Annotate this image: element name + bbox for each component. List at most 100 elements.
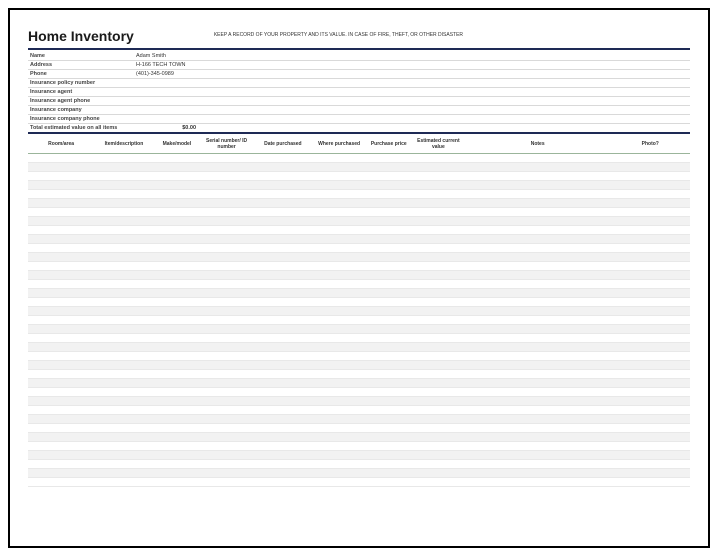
table-cell[interactable] — [154, 199, 200, 208]
table-cell[interactable] — [465, 199, 611, 208]
table-cell[interactable] — [154, 460, 200, 469]
table-cell[interactable] — [253, 307, 313, 316]
table-cell[interactable] — [611, 307, 691, 316]
table-cell[interactable] — [412, 442, 465, 451]
table-cell[interactable] — [611, 217, 691, 226]
table-cell[interactable] — [611, 460, 691, 469]
table-cell[interactable] — [28, 154, 94, 163]
table-cell[interactable] — [313, 199, 366, 208]
table-cell[interactable] — [611, 442, 691, 451]
table-cell[interactable] — [313, 253, 366, 262]
table-cell[interactable] — [611, 253, 691, 262]
table-cell[interactable] — [28, 334, 94, 343]
table-cell[interactable] — [154, 415, 200, 424]
table-cell[interactable] — [28, 361, 94, 370]
table-cell[interactable] — [366, 415, 412, 424]
table-cell[interactable] — [200, 217, 253, 226]
table-cell[interactable] — [94, 397, 154, 406]
table-cell[interactable] — [154, 397, 200, 406]
table-cell[interactable] — [366, 334, 412, 343]
table-cell[interactable] — [200, 172, 253, 181]
table-cell[interactable] — [28, 325, 94, 334]
table-cell[interactable] — [253, 163, 313, 172]
table-cell[interactable] — [366, 190, 412, 199]
table-cell[interactable] — [412, 370, 465, 379]
table-cell[interactable] — [611, 235, 691, 244]
table-cell[interactable] — [412, 289, 465, 298]
table-cell[interactable] — [154, 406, 200, 415]
table-cell[interactable] — [412, 379, 465, 388]
table-cell[interactable] — [412, 478, 465, 487]
table-cell[interactable] — [412, 199, 465, 208]
table-cell[interactable] — [366, 280, 412, 289]
table-cell[interactable] — [154, 235, 200, 244]
table-cell[interactable] — [154, 388, 200, 397]
table-cell[interactable] — [313, 388, 366, 397]
table-cell[interactable] — [28, 244, 94, 253]
table-cell[interactable] — [465, 154, 611, 163]
table-cell[interactable] — [465, 325, 611, 334]
table-cell[interactable] — [412, 208, 465, 217]
table-cell[interactable] — [313, 397, 366, 406]
table-cell[interactable] — [94, 469, 154, 478]
table-cell[interactable] — [465, 352, 611, 361]
table-cell[interactable] — [28, 217, 94, 226]
table-cell[interactable] — [28, 280, 94, 289]
table-cell[interactable] — [200, 334, 253, 343]
table-cell[interactable] — [611, 163, 691, 172]
table-cell[interactable] — [154, 334, 200, 343]
table-cell[interactable] — [94, 478, 154, 487]
table-cell[interactable] — [94, 352, 154, 361]
table-cell[interactable] — [465, 460, 611, 469]
table-cell[interactable] — [154, 190, 200, 199]
table-cell[interactable] — [412, 424, 465, 433]
table-cell[interactable] — [465, 271, 611, 280]
table-cell[interactable] — [412, 298, 465, 307]
table-cell[interactable] — [366, 271, 412, 280]
table-cell[interactable] — [28, 262, 94, 271]
table-cell[interactable] — [611, 208, 691, 217]
table-cell[interactable] — [611, 172, 691, 181]
table-cell[interactable] — [366, 226, 412, 235]
table-cell[interactable] — [611, 379, 691, 388]
table-cell[interactable] — [94, 406, 154, 415]
table-cell[interactable] — [313, 235, 366, 244]
table-cell[interactable] — [412, 325, 465, 334]
table-cell[interactable] — [366, 397, 412, 406]
table-cell[interactable] — [366, 163, 412, 172]
table-cell[interactable] — [28, 451, 94, 460]
table-cell[interactable] — [94, 370, 154, 379]
table-cell[interactable] — [313, 460, 366, 469]
table-cell[interactable] — [253, 343, 313, 352]
table-cell[interactable] — [366, 235, 412, 244]
table-cell[interactable] — [94, 289, 154, 298]
table-cell[interactable] — [366, 298, 412, 307]
table-cell[interactable] — [366, 289, 412, 298]
table-cell[interactable] — [313, 379, 366, 388]
table-cell[interactable] — [200, 442, 253, 451]
table-cell[interactable] — [253, 244, 313, 253]
table-cell[interactable] — [412, 271, 465, 280]
table-cell[interactable] — [28, 172, 94, 181]
table-cell[interactable] — [253, 271, 313, 280]
table-cell[interactable] — [154, 208, 200, 217]
table-cell[interactable] — [465, 262, 611, 271]
table-cell[interactable] — [94, 388, 154, 397]
table-cell[interactable] — [253, 298, 313, 307]
table-cell[interactable] — [611, 433, 691, 442]
table-cell[interactable] — [366, 262, 412, 271]
table-cell[interactable] — [28, 226, 94, 235]
table-cell[interactable] — [94, 433, 154, 442]
table-cell[interactable] — [611, 478, 691, 487]
table-cell[interactable] — [253, 424, 313, 433]
table-cell[interactable] — [94, 442, 154, 451]
table-cell[interactable] — [313, 163, 366, 172]
table-cell[interactable] — [412, 163, 465, 172]
table-cell[interactable] — [366, 406, 412, 415]
table-cell[interactable] — [28, 298, 94, 307]
table-cell[interactable] — [313, 316, 366, 325]
table-cell[interactable] — [253, 415, 313, 424]
table-cell[interactable] — [611, 298, 691, 307]
table-cell[interactable] — [366, 154, 412, 163]
table-cell[interactable] — [200, 298, 253, 307]
